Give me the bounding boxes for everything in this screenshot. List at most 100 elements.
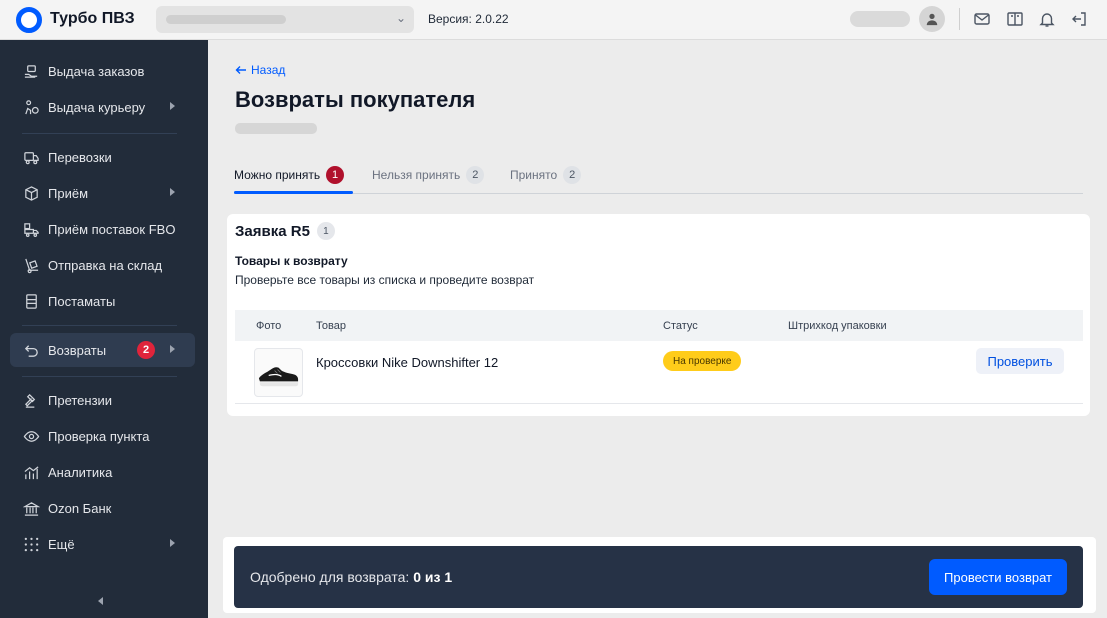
approved-value: 0 из 1: [413, 569, 453, 585]
chart-icon: [22, 463, 40, 481]
tab-label: Нельзя принять: [372, 168, 461, 182]
book-icon[interactable]: [1005, 9, 1025, 29]
column-header: Статус: [663, 320, 698, 332]
sidebar-item-claims[interactable]: Претензии: [10, 383, 195, 417]
column-header: Штрихкод упаковки: [788, 320, 887, 332]
top-bar: Турбо ПВЗ ⌄ Версия: 2.0.22: [0, 0, 1107, 40]
user-name-redacted: [850, 11, 910, 27]
sidebar-item-analytics[interactable]: Аналитика: [10, 455, 195, 489]
tab-count-badge: 1: [326, 166, 345, 184]
back-link[interactable]: Назад: [235, 63, 285, 77]
sidebar-item-more[interactable]: Ещё: [10, 527, 195, 561]
request-count-badge: 1: [316, 222, 335, 240]
package-icon: [22, 184, 40, 202]
truck-box-icon: [22, 220, 40, 238]
tab-count-badge: 2: [563, 166, 582, 184]
table-row: Кроссовки Nike Downshifter 12 На проверк…: [235, 341, 1083, 404]
return-request-card: Заявка R5 1 Товары к возврату Проверьте …: [227, 214, 1090, 416]
sidebar-item-label: Перевозки: [48, 149, 112, 165]
ozon-logo-icon: [16, 7, 42, 33]
product-photo[interactable]: [254, 348, 303, 397]
chevron-right-icon: [170, 102, 175, 110]
request-title: Заявка R5 1: [235, 222, 335, 240]
courier-icon: [22, 98, 40, 116]
box-hand-icon: [22, 62, 40, 80]
user-icon: [926, 13, 938, 26]
sidebar-item-label: Приём: [48, 185, 89, 201]
sidebar-item-label: Выдача заказов: [48, 63, 145, 79]
table-header: Фото Товар Статус Штрихкод упаковки: [235, 310, 1083, 341]
tab-label: Принято: [510, 168, 558, 182]
brand-name: Турбо ПВЗ: [50, 10, 135, 27]
chevron-down-icon: ⌄: [395, 11, 406, 25]
sidebar: Выдача заказов Выдача курьеру Перевозки …: [0, 40, 208, 618]
product-name[interactable]: Кроссовки Nike Downshifter 12: [316, 355, 498, 370]
sidebar-item-courier-issue[interactable]: Выдача курьеру: [10, 90, 195, 124]
pickup-point-select[interactable]: ⌄: [156, 6, 414, 33]
chevron-right-icon: [170, 345, 175, 353]
mail-icon[interactable]: [972, 9, 992, 29]
sidebar-item-receiving[interactable]: Приём: [10, 176, 195, 210]
status-badge: На проверке: [663, 351, 742, 371]
sidebar-item-label: Выдача курьеру: [48, 99, 146, 115]
return-icon: [22, 341, 40, 359]
returns-count-badge: 2: [137, 341, 155, 359]
sidebar-item-ozon-bank[interactable]: Ozon Банк: [10, 491, 195, 525]
items-heading: Товары к возврату: [235, 254, 348, 268]
column-header: Фото: [256, 320, 282, 332]
sneaker-image: [258, 367, 299, 387]
sidebar-divider: [22, 376, 177, 377]
logout-icon[interactable]: [1069, 9, 1089, 29]
tab-cannot-accept[interactable]: Нельзя принять 2: [372, 164, 485, 186]
sidebar-item-label: Возвраты: [48, 342, 107, 358]
back-label: Назад: [251, 63, 286, 77]
divider: [959, 8, 960, 30]
locker-icon: [22, 292, 40, 310]
sidebar-item-label: Ещё: [48, 536, 75, 552]
pickup-point-name-redacted: [166, 15, 286, 24]
sidebar-item-label: Претензии: [48, 392, 113, 408]
sidebar-item-label: Приём поставок FBO: [48, 221, 176, 237]
page-title: Возвраты покупателя: [235, 87, 476, 112]
sidebar-item-fbo-receiving[interactable]: Приём поставок FBO: [10, 212, 195, 246]
sidebar-item-label: Постаматы: [48, 293, 116, 309]
sidebar-item-point-check[interactable]: Проверка пункта: [10, 419, 195, 453]
bell-icon[interactable]: [1037, 9, 1057, 29]
process-return-button[interactable]: Провести возврат: [929, 559, 1067, 595]
approved-label: Одобрено для возврата:: [250, 569, 410, 585]
bank-icon: [22, 499, 40, 517]
request-title-text: Заявка R5: [235, 222, 310, 240]
sidebar-item-orders-issue[interactable]: Выдача заказов: [10, 54, 195, 88]
collapse-sidebar-icon[interactable]: [98, 597, 103, 605]
returns-tabs: Можно принять 1 Нельзя принять 2 Принято…: [234, 160, 1083, 194]
sidebar-item-postamats[interactable]: Постаматы: [10, 284, 195, 318]
sidebar-item-transport[interactable]: Перевозки: [10, 140, 195, 174]
sidebar-item-label: Проверка пункта: [48, 428, 150, 444]
check-item-button[interactable]: Проверить: [976, 348, 1064, 374]
sidebar-divider: [22, 325, 177, 326]
app-version: Версия: 2.0.22: [428, 12, 509, 26]
avatar[interactable]: [919, 6, 945, 32]
tab-can-accept[interactable]: Можно принять 1: [234, 164, 345, 186]
tab-count-badge: 2: [466, 166, 485, 184]
sidebar-item-warehouse-send[interactable]: Отправка на склад: [10, 248, 195, 282]
chevron-right-icon: [170, 539, 175, 547]
sidebar-item-label: Отправка на склад: [48, 257, 163, 273]
subtitle-redacted: [235, 123, 317, 134]
sidebar-divider: [22, 133, 177, 134]
arrow-left-icon: [235, 66, 246, 74]
chevron-right-icon: [170, 188, 175, 196]
active-tab-indicator: [234, 191, 353, 194]
dolly-icon: [22, 256, 40, 274]
tab-accepted[interactable]: Принято 2: [510, 164, 582, 186]
sidebar-item-label: Ozon Банк: [48, 500, 112, 516]
truck-icon: [22, 148, 40, 166]
grid-dots-icon: [22, 535, 40, 553]
footer-panel: Одобрено для возврата: 0 из 1 Провести в…: [223, 537, 1096, 613]
sidebar-item-returns[interactable]: Возвраты 2: [10, 333, 195, 367]
return-summary-bar: Одобрено для возврата: 0 из 1 Провести в…: [234, 546, 1083, 608]
eye-icon: [22, 427, 40, 445]
items-description: Проверьте все товары из списка и проведи…: [235, 273, 535, 287]
gavel-icon: [22, 391, 40, 409]
sidebar-item-label: Аналитика: [48, 464, 113, 480]
